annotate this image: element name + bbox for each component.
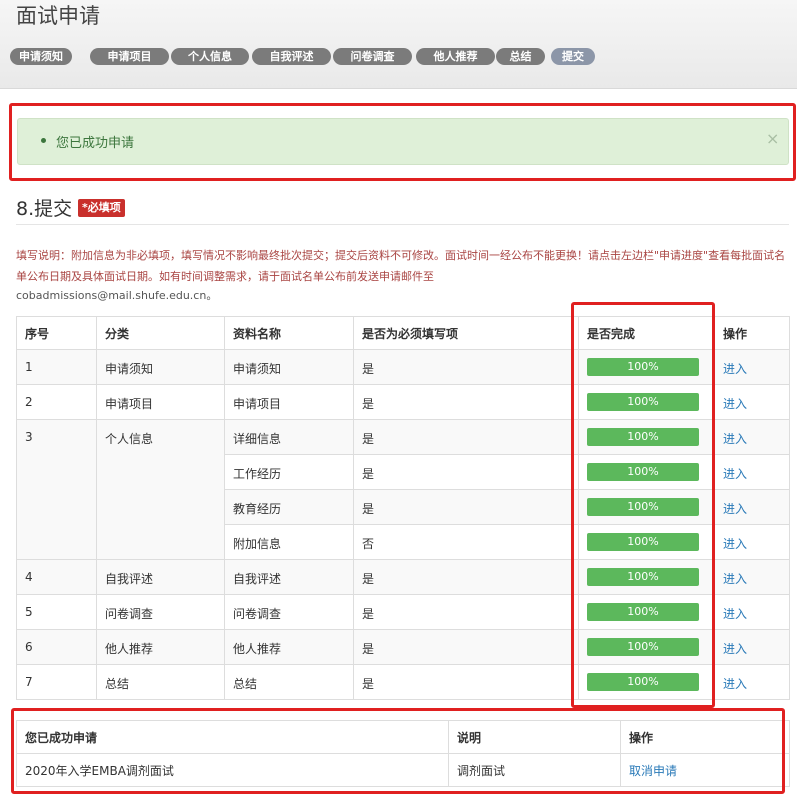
category: 个人信息: [96, 419, 225, 560]
step-tab[interactable]: 申请须知: [10, 48, 72, 65]
required-flag: 是: [353, 664, 579, 700]
page-title: 面试申请: [16, 4, 100, 28]
material-name: 总结: [224, 664, 354, 700]
category: 自我评述: [96, 559, 225, 595]
material-name: 附加信息: [224, 524, 354, 560]
material-name: 问卷调查: [224, 594, 354, 630]
action-cell: 进入: [714, 629, 790, 665]
row-number: 2: [16, 384, 97, 420]
enter-link[interactable]: 进入: [723, 607, 747, 621]
material-name: 教育经历: [224, 489, 354, 525]
action-cell: 进入: [714, 419, 790, 455]
action-cell: 进入: [714, 384, 790, 420]
category: 问卷调查: [96, 594, 225, 630]
required-flag: 是: [353, 419, 579, 455]
enter-link[interactable]: 进入: [723, 397, 747, 411]
material-name: 申请项目: [224, 384, 354, 420]
section-title: 8.提交: [16, 198, 73, 220]
step-tab[interactable]: 问卷调查: [333, 48, 412, 65]
page-header: 面试申请 申请须知 申请项目 个人信息 自我评述 问卷调查 他人推荐 总结 提交: [0, 0, 797, 89]
row-number: 6: [16, 629, 97, 665]
action-cell: 进入: [714, 489, 790, 525]
required-flag: 是: [353, 384, 579, 420]
row-number: 1: [16, 349, 97, 385]
highlight-box-application: [11, 708, 785, 794]
material-name: 他人推荐: [224, 629, 354, 665]
step-tab[interactable]: 个人信息: [171, 48, 249, 65]
step-tab[interactable]: 他人推荐: [416, 48, 495, 65]
required-flag: 是: [353, 349, 579, 385]
step-tab[interactable]: 总结: [496, 48, 545, 65]
action-cell: 进入: [714, 559, 790, 595]
required-flag: 是: [353, 629, 579, 665]
category: 申请项目: [96, 384, 225, 420]
step-tab[interactable]: 提交: [551, 48, 595, 65]
action-cell: 进入: [714, 524, 790, 560]
instructions-text: 填写说明：附加信息为非必填项，填写情况不影响最终批次提交；提交后资料不可修改。面…: [16, 249, 786, 283]
action-cell: 进入: [714, 664, 790, 700]
highlight-box-alert: [9, 103, 796, 181]
enter-link[interactable]: 进入: [723, 677, 747, 691]
step-tab[interactable]: 申请项目: [90, 48, 169, 65]
category: 总结: [96, 664, 225, 700]
enter-link[interactable]: 进入: [723, 572, 747, 586]
column-header: 操作: [714, 316, 790, 350]
section-divider: [16, 224, 789, 225]
enter-link[interactable]: 进入: [723, 362, 747, 376]
column-header: 是否为必须填写项: [353, 316, 579, 350]
row-number: 3: [16, 419, 97, 560]
row-number: 4: [16, 559, 97, 595]
enter-link[interactable]: 进入: [723, 642, 747, 656]
material-name: 申请须知: [224, 349, 354, 385]
action-cell: 进入: [714, 454, 790, 490]
enter-link[interactable]: 进入: [723, 537, 747, 551]
row-number: 7: [16, 664, 97, 700]
category: 他人推荐: [96, 629, 225, 665]
row-number: 5: [16, 594, 97, 630]
required-flag: 是: [353, 489, 579, 525]
required-flag: 否: [353, 524, 579, 560]
step-tab[interactable]: 自我评述: [252, 48, 331, 65]
column-header: 资料名称: [224, 316, 354, 350]
enter-link[interactable]: 进入: [723, 432, 747, 446]
action-cell: 进入: [714, 594, 790, 630]
enter-link[interactable]: 进入: [723, 502, 747, 516]
required-flag: 是: [353, 559, 579, 595]
column-header: 分类: [96, 316, 225, 350]
action-cell: 进入: [714, 349, 790, 385]
category: 申请须知: [96, 349, 225, 385]
required-flag: 是: [353, 454, 579, 490]
highlight-box-completion: [571, 302, 715, 708]
enter-link[interactable]: 进入: [723, 467, 747, 481]
required-badge: *必填项: [78, 199, 125, 217]
contact-email: cobadmissions@mail.shufe.edu.cn。: [16, 289, 218, 302]
column-header: 序号: [16, 316, 97, 350]
material-name: 详细信息: [224, 419, 354, 455]
material-name: 自我评述: [224, 559, 354, 595]
material-name: 工作经历: [224, 454, 354, 490]
required-flag: 是: [353, 594, 579, 630]
